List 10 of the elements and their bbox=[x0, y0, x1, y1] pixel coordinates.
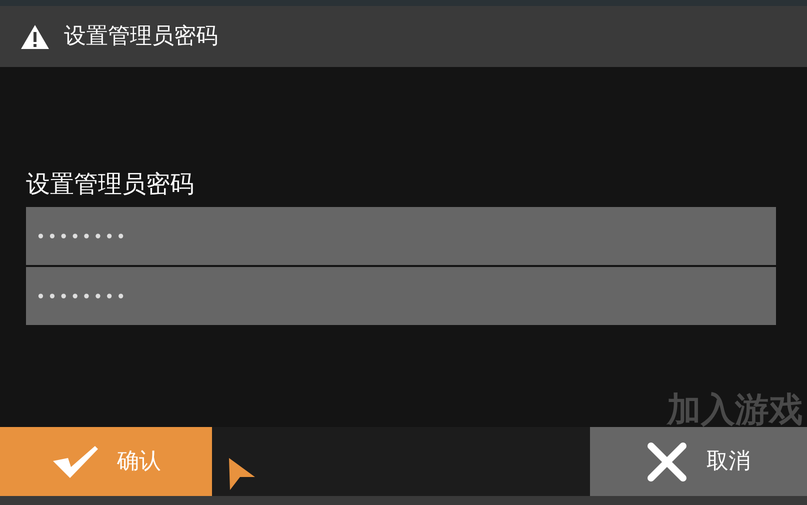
warning-icon bbox=[20, 24, 50, 50]
close-icon bbox=[646, 442, 686, 482]
password-field[interactable]: •••••••• bbox=[26, 267, 776, 325]
password-field[interactable]: •••••••• bbox=[26, 207, 776, 265]
cursor-icon bbox=[228, 457, 256, 491]
checkmark-icon bbox=[51, 444, 99, 478]
window-title: 设置管理员密码 bbox=[64, 23, 218, 51]
cancel-button[interactable]: 取消 bbox=[590, 427, 807, 496]
confirm-button[interactable]: 确认 bbox=[0, 427, 212, 496]
field-label: 设置管理员密码 bbox=[26, 169, 195, 200]
